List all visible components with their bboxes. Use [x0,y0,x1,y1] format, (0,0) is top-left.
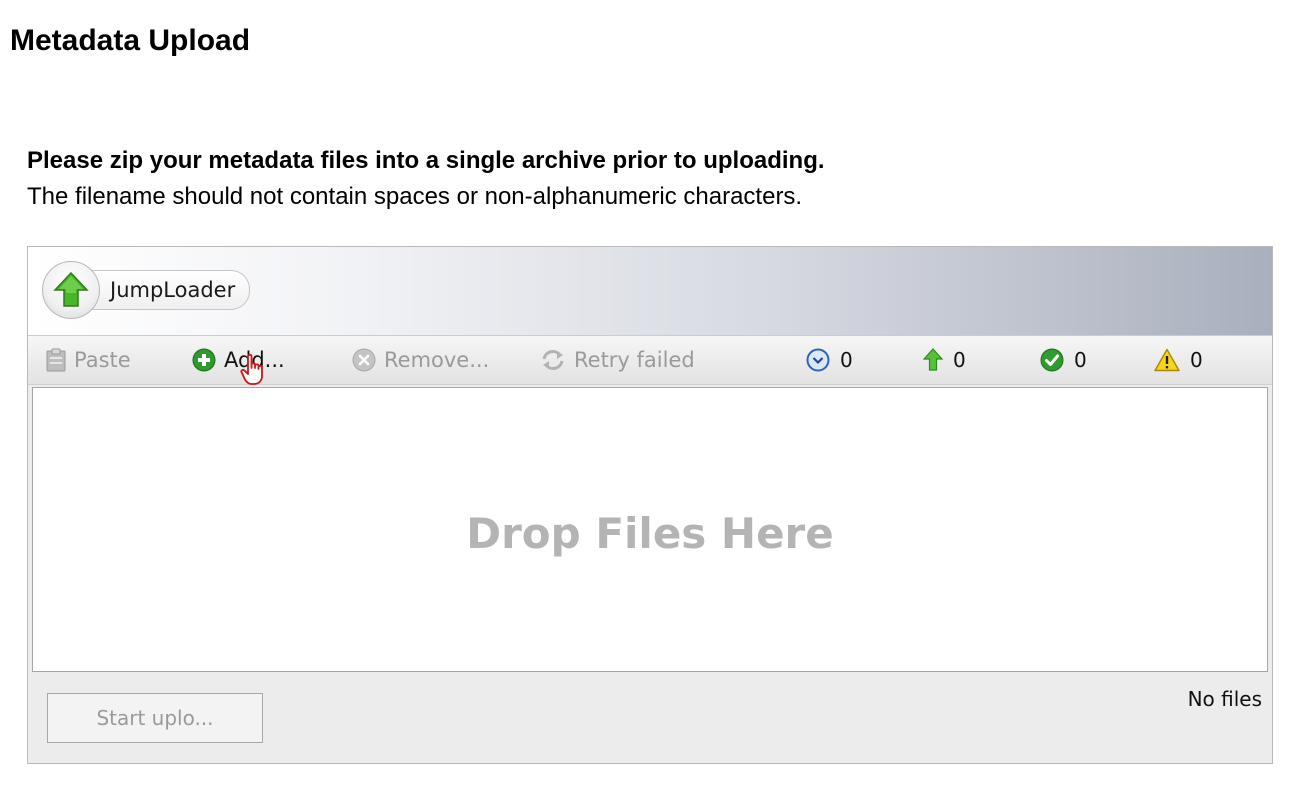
paste-button[interactable]: Paste [46,336,131,384]
paste-label: Paste [74,348,131,372]
failed-counter: 0 [1154,336,1203,384]
done-counter: 0 [1040,336,1087,384]
pending-count: 0 [840,348,853,372]
remove-label: Remove... [384,348,490,372]
applet-toolbar: Paste Add... Remove... Retry failed 0 0 … [28,336,1272,385]
failed-count: 0 [1190,348,1203,372]
status-text: No files [1187,687,1262,711]
add-icon [192,348,216,372]
remove-button[interactable]: Remove... [352,336,489,384]
page: Metadata Upload Please zip your metadata… [0,0,1314,807]
brand-name: JumpLoader [78,270,251,310]
pending-counter: 0 [806,336,853,384]
jumploader-applet: JumpLoader Paste Add... Remove... Retry … [27,246,1273,764]
applet-header: JumpLoader [28,247,1272,336]
page-title: Metadata Upload [10,24,251,57]
clipboard-icon [46,348,66,372]
done-count: 0 [1074,348,1087,372]
retry-label: Retry failed [574,348,695,372]
start-upload-button[interactable]: Start uplo... [47,693,263,743]
check-icon [1040,348,1064,372]
drop-label: Drop Files Here [466,509,834,558]
up-arrow-icon [923,348,943,371]
clock-icon [806,348,830,372]
remove-icon [352,348,376,372]
up-arrow-logo-icon [53,271,89,307]
instruction-text: The filename should not contain spaces o… [27,183,803,210]
brand-logo [42,261,100,319]
hand-cursor-icon [240,353,263,385]
jumploader-brand: JumpLoader [42,261,251,319]
retry-failed-button[interactable]: Retry failed [540,336,695,384]
uploading-counter: 0 [923,336,966,384]
instruction-bold: Please zip your metadata files into a si… [27,147,825,174]
warning-icon [1154,348,1180,372]
uploading-count: 0 [953,348,966,372]
drop-zone[interactable]: Drop Files Here [32,387,1268,672]
retry-icon [542,350,564,370]
